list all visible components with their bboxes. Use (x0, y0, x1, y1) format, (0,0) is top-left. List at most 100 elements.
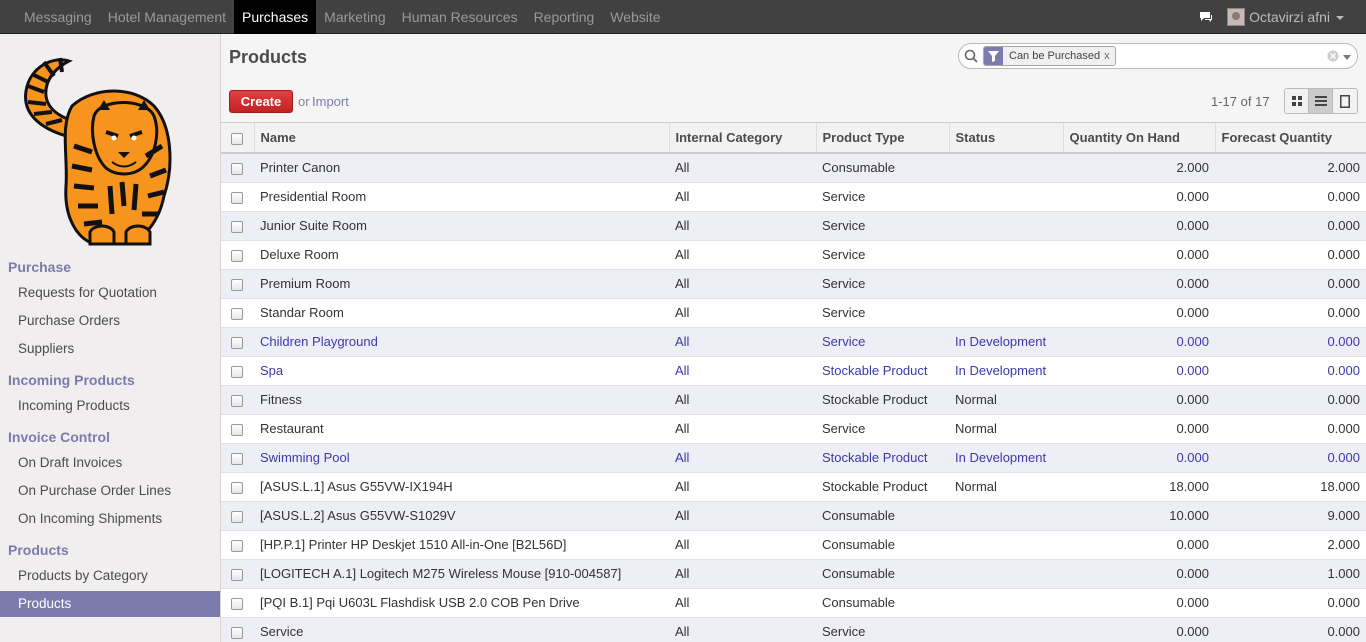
clear-icon[interactable] (1327, 50, 1339, 62)
row-checkbox[interactable] (221, 211, 254, 240)
user-name[interactable]: Octavirzi afni (1249, 9, 1330, 25)
table-row[interactable]: Service All Service 0.000 0.000 (221, 617, 1366, 642)
checkbox[interactable] (231, 307, 243, 320)
column-header-product-type[interactable]: Product Type (815, 123, 949, 153)
column-header-quantity-on-hand[interactable]: Quantity On Hand (1062, 123, 1215, 153)
table-row[interactable]: Spa All Stockable Product In Development 0.0… (221, 356, 1366, 385)
sidebar-section-invoice-control: Invoice Control (8, 429, 110, 445)
row-checkbox[interactable] (221, 240, 254, 269)
facet-remove-button[interactable]: x (1104, 50, 1115, 62)
avatar[interactable] (1227, 8, 1246, 26)
import-link[interactable]: Import (312, 94, 349, 109)
row-checkbox[interactable] (221, 327, 254, 356)
list-view-button[interactable] (1309, 89, 1333, 113)
chat-icon[interactable] (1199, 11, 1213, 23)
search-icon[interactable] (964, 49, 978, 63)
checkbox[interactable] (231, 249, 243, 262)
table-row[interactable]: Standar Room All Service 0.000 0.000 (221, 298, 1366, 327)
checkbox[interactable] (231, 220, 243, 233)
cell-internal-category: All (675, 363, 690, 378)
top-nav: Messaging Hotel Management Purchases Mar… (16, 0, 669, 34)
checkbox[interactable] (231, 481, 243, 494)
table-row[interactable]: [ASUS.L.2] Asus G55VW-S1029V All Consumabl… (221, 501, 1366, 530)
checkbox[interactable] (231, 452, 243, 465)
checkbox[interactable] (231, 597, 243, 610)
search-facet[interactable]: Can be Purchased x (983, 46, 1116, 66)
checkbox[interactable] (231, 162, 243, 175)
checkbox[interactable] (231, 423, 243, 436)
topnav-hotel-management[interactable]: Hotel Management (100, 0, 234, 34)
row-checkbox[interactable] (221, 472, 254, 501)
table-row[interactable]: [PQI B.1] Pqi U603L Flashdisk USB 2.0 CO… (221, 588, 1366, 617)
column-header-internal-category[interactable]: Internal Category (668, 123, 816, 153)
table-row[interactable]: [HP.P.1] Printer HP Deskjet 1510 All-in-… (221, 530, 1366, 559)
checkbox[interactable] (231, 568, 243, 581)
topnav-messaging[interactable]: Messaging (16, 0, 100, 34)
table-row[interactable]: [LOGITECH A.1] Logitech M275 Wireless Mo… (221, 559, 1366, 588)
create-button[interactable]: Create (229, 90, 293, 113)
tiger-logo[interactable] (14, 46, 176, 246)
cell-status (949, 501, 1063, 530)
table-row[interactable]: Junior Suite Room All Service 0.000 0.000 (221, 211, 1366, 240)
row-checkbox[interactable] (221, 501, 254, 530)
topnav-reporting[interactable]: Reporting (526, 0, 603, 34)
table-row[interactable]: Deluxe Room All Service 0.000 0.000 (221, 240, 1366, 269)
sidebar-item-purchase-orders[interactable]: Purchase Orders (18, 313, 120, 328)
topnav-marketing[interactable]: Marketing (316, 0, 393, 34)
checkbox[interactable] (231, 394, 243, 407)
topnav-purchases[interactable]: Purchases (234, 0, 317, 34)
row-checkbox[interactable] (221, 182, 254, 211)
table-row[interactable]: Swimming Pool All Stockable Product In Deve… (221, 443, 1366, 472)
table-row[interactable]: Presidential Room All Service 0.000 0.000 (221, 182, 1366, 211)
cell-product-type: Service (822, 305, 866, 320)
row-checkbox[interactable] (221, 530, 254, 559)
cell-status (949, 240, 1063, 269)
column-header-status[interactable]: Status (948, 123, 1063, 153)
form-view-button[interactable] (1333, 89, 1357, 113)
row-checkbox[interactable] (221, 588, 254, 617)
sidebar-item-products[interactable]: Products (0, 591, 220, 617)
row-checkbox[interactable] (221, 385, 254, 414)
table-row[interactable]: Children Playground All Service In Developm… (221, 327, 1366, 356)
chevron-down-icon[interactable] (1336, 16, 1344, 20)
checkbox[interactable] (231, 626, 243, 639)
column-header-forecast-quantity[interactable]: Forecast Quantity (1214, 123, 1366, 153)
sidebar-item-on-draft-invoices[interactable]: On Draft Invoices (18, 455, 122, 470)
cell-quantity-on-hand: 0.000 (1176, 276, 1209, 291)
select-all-checkbox[interactable] (221, 123, 254, 153)
sidebar-item-products-by-category[interactable]: Products by Category (18, 568, 148, 583)
kanban-view-button[interactable] (1285, 89, 1309, 113)
row-checkbox[interactable] (221, 559, 254, 588)
row-checkbox[interactable] (221, 617, 254, 642)
table-row[interactable]: Printer Canon All Consumable 2.000 2.000 (221, 153, 1366, 182)
table-row[interactable]: Restaurant All Service Normal 0.000 0.000 (221, 414, 1366, 443)
checkbox[interactable] (231, 191, 243, 204)
table-row[interactable]: [ASUS.L.1] Asus G55VW-IX194H All Stockable… (221, 472, 1366, 501)
row-checkbox[interactable] (221, 443, 254, 472)
pager[interactable]: 1-17 of 17 (1211, 94, 1270, 109)
sidebar-item-incoming-products[interactable]: Incoming Products (18, 398, 130, 413)
checkbox[interactable] (231, 365, 243, 378)
sidebar-item-requests-for-quotation[interactable]: Requests for Quotation (18, 285, 157, 300)
table-row[interactable]: Fitness All Stockable Product Normal 0.000 0.… (221, 385, 1366, 414)
checkbox[interactable] (231, 278, 243, 291)
row-checkbox[interactable] (221, 298, 254, 327)
sidebar-item-on-purchase-order-lines[interactable]: On Purchase Order Lines (18, 483, 171, 498)
checkbox[interactable] (231, 336, 243, 349)
search-options-dropdown[interactable] (1343, 55, 1351, 60)
checkbox[interactable] (231, 539, 243, 552)
row-checkbox[interactable] (221, 269, 254, 298)
row-checkbox[interactable] (221, 414, 254, 443)
cell-internal-category: All (675, 305, 690, 320)
table-row[interactable]: Premium Room All Service 0.000 0.000 (221, 269, 1366, 298)
sidebar-item-suppliers[interactable]: Suppliers (18, 341, 74, 356)
topnav-human-resources[interactable]: Human Resources (394, 0, 526, 34)
checkbox[interactable] (231, 510, 243, 523)
search-input[interactable]: Can be Purchased x (958, 43, 1358, 69)
column-header-name[interactable]: Name (253, 123, 669, 153)
row-checkbox[interactable] (221, 356, 254, 385)
row-checkbox[interactable] (221, 153, 254, 182)
cell-internal-category: All (675, 189, 690, 204)
sidebar-item-on-incoming-shipments[interactable]: On Incoming Shipments (18, 511, 162, 526)
topnav-website[interactable]: Website (602, 0, 668, 34)
